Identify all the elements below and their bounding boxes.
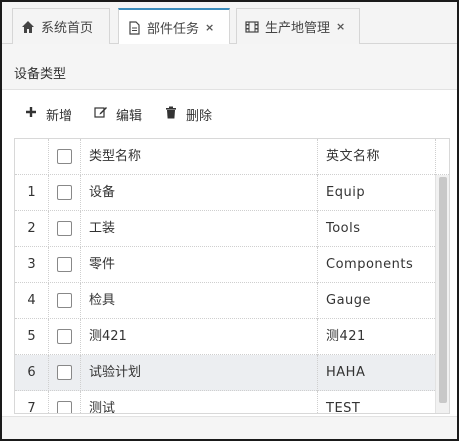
row-checkbox[interactable] bbox=[57, 329, 72, 344]
row-checkbox[interactable] bbox=[57, 185, 72, 200]
edit-icon bbox=[94, 105, 108, 123]
add-button[interactable]: 新增 bbox=[24, 105, 72, 124]
type-name-cell: 检具 bbox=[81, 283, 318, 319]
table-row[interactable]: 4 检具 Gauge bbox=[15, 283, 435, 319]
row-select-cell bbox=[49, 391, 81, 413]
home-icon bbox=[21, 20, 35, 34]
add-label: 新增 bbox=[46, 108, 73, 124]
type-name-cell: 设备 bbox=[81, 175, 318, 211]
row-select-cell bbox=[49, 355, 81, 391]
grid-header: 类型名称 英文名称 bbox=[15, 139, 435, 175]
close-icon[interactable]: × bbox=[336, 20, 345, 33]
english-name-cell: HAHA bbox=[326, 365, 366, 380]
column-header-type-name[interactable]: 类型名称 bbox=[81, 139, 318, 175]
english-name-cell: Tools bbox=[326, 221, 361, 236]
tab-label: 生产地管理 bbox=[265, 21, 331, 36]
row-select-cell bbox=[49, 247, 81, 283]
close-icon[interactable]: × bbox=[205, 21, 214, 34]
toolbar: 新增 编辑 删除 bbox=[2, 90, 457, 138]
english-name-cell: 测421 bbox=[326, 329, 366, 344]
table-row[interactable]: 7 测试 TEST bbox=[15, 391, 435, 414]
tab-label: 系统首页 bbox=[41, 21, 94, 36]
trash-icon bbox=[164, 106, 178, 123]
row-checkbox[interactable] bbox=[57, 221, 72, 236]
table-row[interactable]: 3 零件 Components bbox=[15, 247, 435, 283]
column-header-english-name[interactable]: 英文名称 bbox=[318, 139, 435, 175]
page-title: 设备类型 bbox=[2, 44, 457, 90]
tab-bar: 系统首页 部件任务 × 生产地管理 × bbox=[2, 2, 457, 45]
row-number: 4 bbox=[15, 283, 49, 319]
row-select-cell bbox=[49, 175, 81, 211]
type-name-cell: 零件 bbox=[81, 247, 318, 283]
row-checkbox[interactable] bbox=[57, 257, 72, 272]
row-number: 7 bbox=[15, 391, 49, 413]
delete-label: 删除 bbox=[186, 108, 213, 124]
row-checkbox[interactable] bbox=[57, 293, 72, 308]
type-name-cell: 测试 bbox=[81, 391, 318, 413]
table-row[interactable]: 1 设备 Equip bbox=[15, 175, 435, 211]
english-name-cell: Equip bbox=[326, 185, 366, 200]
select-all-checkbox[interactable] bbox=[57, 149, 72, 164]
data-grid: 类型名称 英文名称 1 设备 Equip 2 工装 Tools 3 零件 Components 4… bbox=[14, 138, 450, 414]
plus-icon bbox=[24, 106, 38, 122]
header-scroll-spacer bbox=[435, 139, 449, 175]
select-all-cell bbox=[49, 139, 81, 175]
tab-label: 部件任务 bbox=[147, 22, 200, 37]
tab-parts-task[interactable]: 部件任务 × bbox=[118, 8, 230, 45]
row-select-cell bbox=[49, 319, 81, 355]
english-name-cell: TEST bbox=[326, 401, 361, 414]
document-icon bbox=[127, 20, 141, 35]
tab-home[interactable]: 系统首页 bbox=[12, 8, 110, 44]
type-name-cell: 工装 bbox=[81, 211, 318, 247]
table-row[interactable]: 6 试验计划 HAHA bbox=[15, 355, 435, 391]
scrollbar-thumb[interactable] bbox=[439, 177, 447, 403]
footer-bar bbox=[2, 416, 457, 439]
type-name-cell: 试验计划 bbox=[81, 355, 318, 391]
delete-button[interactable]: 删除 bbox=[164, 105, 212, 124]
english-name-cell: Components bbox=[326, 257, 414, 272]
edit-label: 编辑 bbox=[116, 108, 143, 124]
row-number: 5 bbox=[15, 319, 49, 355]
row-checkbox[interactable] bbox=[57, 401, 72, 413]
table-row[interactable]: 5 测421 测421 bbox=[15, 319, 435, 355]
row-number: 1 bbox=[15, 175, 49, 211]
row-number: 3 bbox=[15, 247, 49, 283]
english-name-cell: Gauge bbox=[326, 293, 372, 308]
tab-production-site[interactable]: 生产地管理 × bbox=[236, 8, 360, 44]
row-checkbox[interactable] bbox=[57, 365, 72, 380]
row-number: 6 bbox=[15, 355, 49, 391]
row-select-cell bbox=[49, 283, 81, 319]
vertical-scrollbar[interactable] bbox=[435, 175, 449, 413]
table-row[interactable]: 2 工装 Tools bbox=[15, 211, 435, 247]
edit-button[interactable]: 编辑 bbox=[94, 105, 142, 124]
row-select-cell bbox=[49, 211, 81, 247]
type-name-cell: 测421 bbox=[81, 319, 318, 355]
row-number-header bbox=[15, 139, 49, 175]
row-number: 2 bbox=[15, 211, 49, 247]
app-window: 系统首页 部件任务 × 生产地管理 × 设备类型 新增 编辑 删除 类型名称 英… bbox=[0, 0, 459, 441]
film-icon bbox=[245, 20, 259, 34]
